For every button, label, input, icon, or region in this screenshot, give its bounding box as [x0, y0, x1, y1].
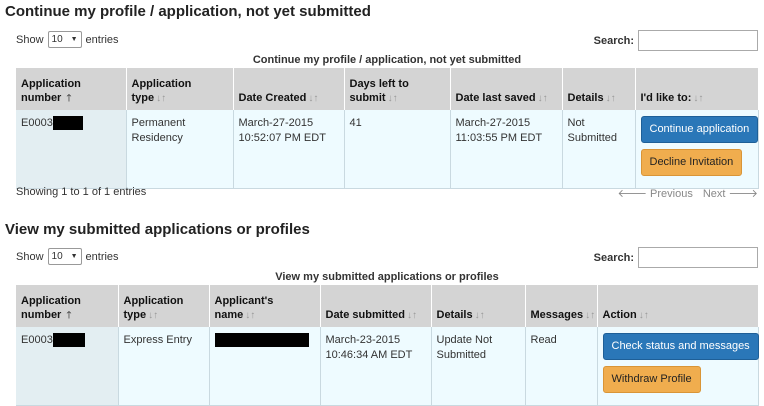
show-label: Show: [16, 250, 44, 263]
col-header-details[interactable]: Details ↓↑: [562, 68, 636, 110]
col-header-date-created[interactable]: Date Created ↓↑: [233, 68, 345, 110]
pending-applications-table: Application number 🡑 Application type ↓↑ …: [16, 68, 759, 189]
redaction-block: [52, 116, 83, 131]
check-status-button[interactable]: Check status and messages: [602, 333, 759, 360]
cell-actions: Continue application Decline Invitation: [635, 110, 759, 189]
redaction-block: [214, 333, 309, 348]
col-header-application-number[interactable]: Application number 🡑: [16, 285, 119, 327]
entries-select[interactable]: 10 ▼: [47, 31, 82, 48]
chevron-down-icon: ▼: [70, 36, 78, 43]
cell-messages: Read: [525, 327, 598, 406]
decline-invitation-button[interactable]: Decline Invitation: [640, 149, 743, 176]
submitted-applications-table: Application number 🡑 Application type ↓↑ …: [16, 285, 759, 406]
search-input[interactable]: [638, 30, 758, 51]
redaction-block: [52, 333, 85, 348]
sort-icon: ↓↑: [605, 93, 616, 104]
table-caption: View my submitted applications or profil…: [275, 271, 499, 283]
col-header-days-left[interactable]: Days left to submit ↓↑: [344, 68, 451, 110]
entries-label: entries: [85, 33, 119, 46]
table-row: E0003 Express Entry March-23-2015 10:46:…: [16, 327, 759, 406]
pagination: 🡐 Previous Next 🡒: [617, 186, 758, 200]
cell-applicant-name: [209, 327, 321, 406]
chevron-down-icon: ▼: [70, 253, 78, 260]
search-input[interactable]: [638, 247, 758, 268]
col-header-details[interactable]: Details ↓↑: [431, 285, 526, 327]
sort-icon: ↓↑: [148, 310, 159, 321]
table-info: Showing 1 to 1 of 1 entries: [16, 186, 147, 198]
sort-icon: ↓↑: [474, 310, 485, 321]
next-page-link[interactable]: Next 🡒: [703, 186, 758, 200]
section-title-pending: Continue my profile / application, not y…: [5, 3, 371, 20]
show-label: Show: [16, 33, 44, 46]
col-header-action[interactable]: Action ↓↑: [597, 285, 759, 327]
search-label: Search:: [593, 34, 634, 47]
sort-icon: ↓↑: [585, 310, 596, 321]
cell-application-number: E0003: [16, 327, 119, 406]
col-header-application-number[interactable]: Application number 🡑: [16, 68, 127, 110]
continue-application-button[interactable]: Continue application: [640, 116, 759, 143]
cell-action: Check status and messages Withdraw Profi…: [597, 327, 759, 406]
cell-application-type: Express Entry: [118, 327, 210, 406]
entries-select[interactable]: 10 ▼: [47, 248, 82, 265]
cell-date-last-saved: March-27-2015 11:03:55 PM EDT: [450, 110, 563, 189]
show-entries-control: Show 10 ▼ entries: [16, 248, 119, 265]
search-label: Search:: [593, 251, 634, 264]
col-header-messages[interactable]: Messages ↓↑: [525, 285, 598, 327]
previous-page-link[interactable]: 🡐 Previous: [617, 186, 692, 200]
sort-asc-icon: 🡑: [66, 93, 72, 104]
cell-details: Update Not Submitted: [431, 327, 526, 406]
sort-icon: ↓↑: [693, 93, 704, 104]
sort-asc-icon: 🡑: [66, 310, 72, 321]
sort-icon: ↓↑: [245, 310, 256, 321]
arrow-left-icon: 🡐: [617, 188, 651, 200]
search-control: Search:: [594, 247, 758, 268]
sort-icon: ↓↑: [537, 93, 548, 104]
col-header-application-type[interactable]: Application type ↓↑: [118, 285, 210, 327]
cell-application-type: Permanent Residency: [126, 110, 234, 189]
col-header-actions[interactable]: I'd like to: ↓↑: [635, 68, 759, 110]
search-control: Search:: [594, 30, 758, 51]
show-entries-control: Show 10 ▼ entries: [16, 31, 119, 48]
col-header-applicant-name[interactable]: Applicant's name ↓↑: [209, 285, 321, 327]
table-row: E0003 Permanent Residency March-27-2015 …: [16, 110, 759, 189]
sort-icon: ↓↑: [308, 93, 319, 104]
col-header-application-type[interactable]: Application type ↓↑: [126, 68, 234, 110]
cell-days-left: 41: [344, 110, 451, 189]
sort-icon: ↓↑: [156, 93, 167, 104]
table-caption: Continue my profile / application, not y…: [252, 54, 522, 66]
cell-details: Not Submitted: [562, 110, 636, 189]
cell-application-number: E0003: [16, 110, 127, 189]
sort-icon: ↓↑: [406, 310, 417, 321]
section-title-submitted: View my submitted applications or profil…: [5, 221, 310, 238]
col-header-date-submitted[interactable]: Date submitted ↓↑: [320, 285, 432, 327]
sort-icon: ↓↑: [387, 93, 398, 104]
sort-icon: ↓↑: [638, 310, 649, 321]
cell-date-submitted: March-23-2015 10:46:34 AM EDT: [320, 327, 432, 406]
col-header-date-last-saved[interactable]: Date last saved ↓↑: [450, 68, 563, 110]
arrow-right-icon: 🡒: [725, 188, 758, 200]
withdraw-profile-button[interactable]: Withdraw Profile: [602, 366, 701, 393]
cell-date-created: March-27-2015 10:52:07 PM EDT: [233, 110, 345, 189]
entries-label: entries: [85, 250, 119, 263]
